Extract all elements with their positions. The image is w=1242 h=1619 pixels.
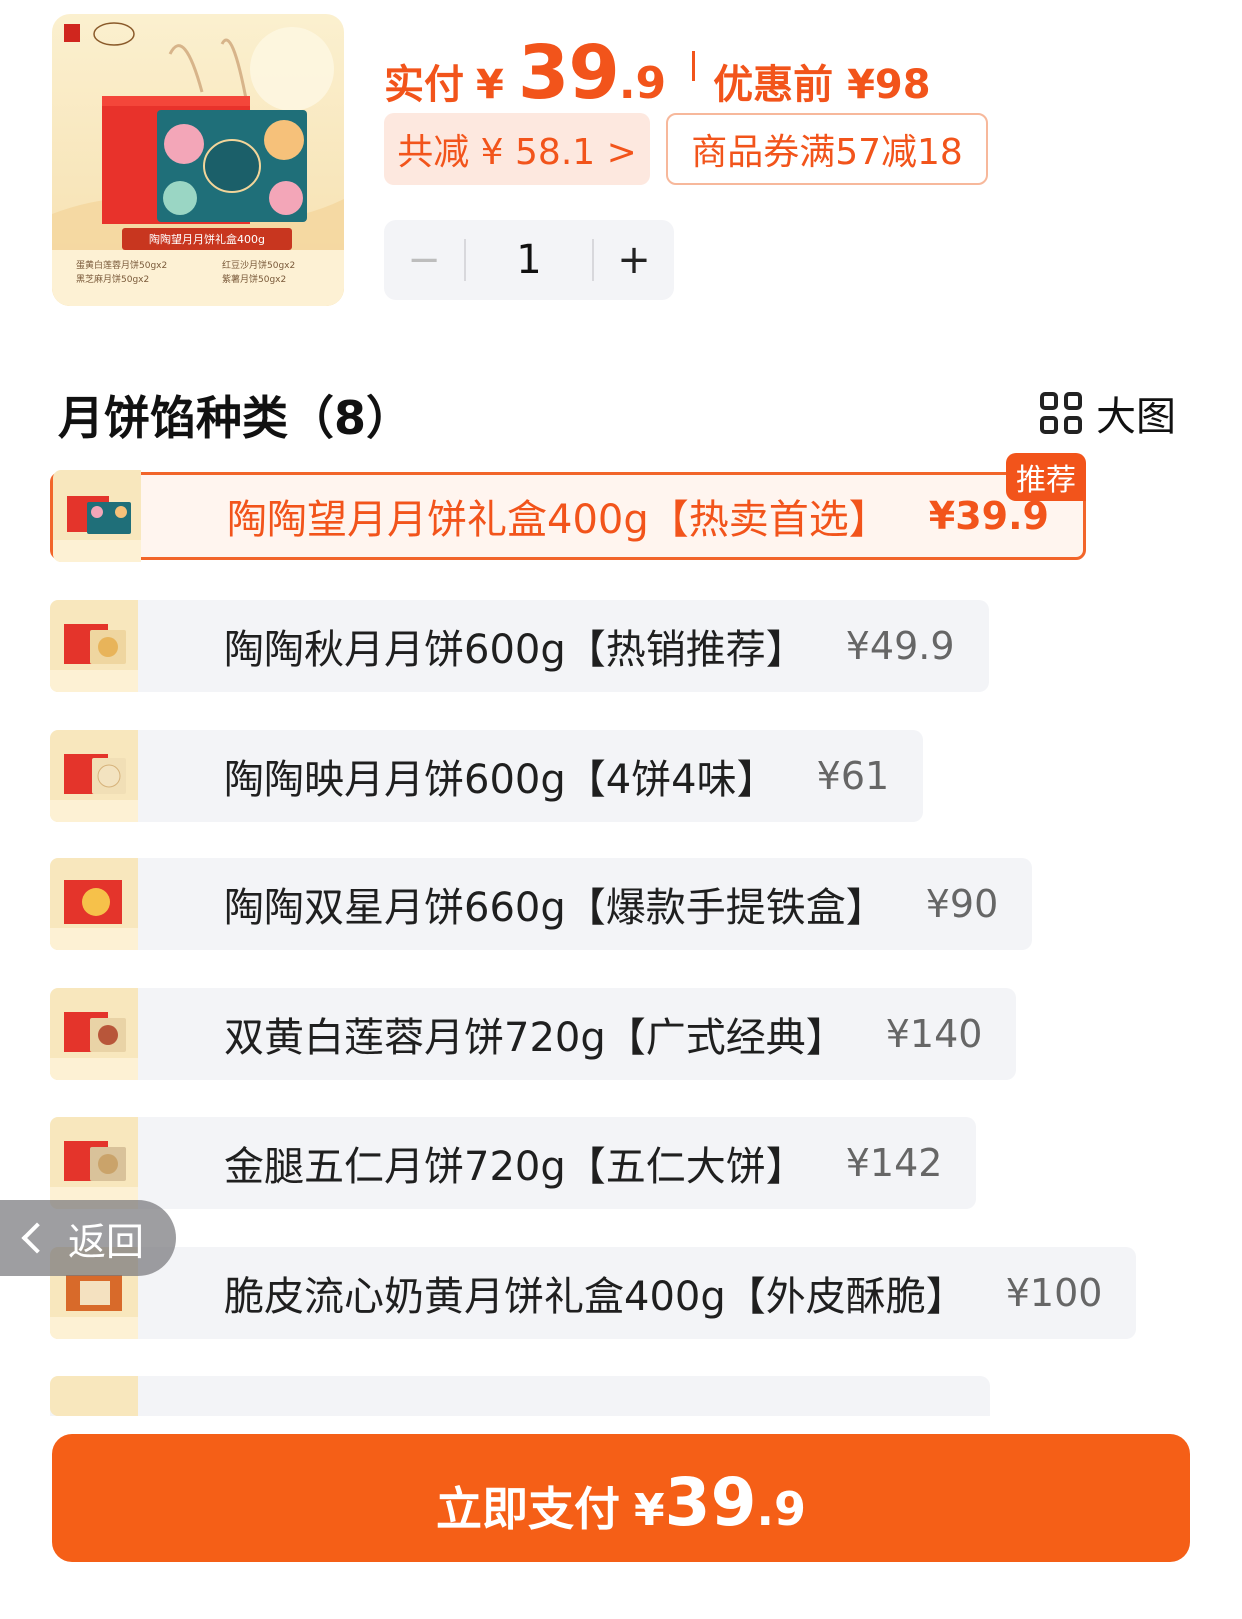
coupon-chip[interactable]: 商品券满57减18: [666, 113, 988, 185]
recommend-badge: 推荐: [1005, 453, 1086, 501]
option-item[interactable]: 陶陶双星月饼660g【爆款手提铁盒】 ¥90: [50, 858, 1033, 950]
price-summary: 实付 ¥ 39 .9 优惠前 ¥98: [384, 30, 931, 116]
option-price: ¥49.9: [845, 624, 955, 668]
option-thumbnail: [50, 988, 138, 1080]
svg-text:黑芝麻月饼50gx2: 黑芝麻月饼50gx2: [76, 273, 149, 285]
option-name: 陶陶望月月饼礼盒400g【热卖首选】: [227, 497, 889, 543]
option-price: ¥61: [816, 754, 890, 798]
option-thumbnail: [50, 1117, 138, 1209]
pay-button-label: 立即支付: [436, 1482, 621, 1536]
option-thumbnail: [50, 600, 138, 692]
pay-label: 实付: [384, 62, 464, 108]
option-item[interactable]: 双黄白莲蓉月饼720g【广式经典】 ¥140: [50, 988, 1017, 1080]
view-label: 大图: [1096, 394, 1176, 440]
option-price: ¥140: [885, 1012, 983, 1056]
quantity-stepper: − 1 +: [384, 220, 674, 300]
option-name: 陶陶双星月饼660g【爆款手提铁盒】: [224, 885, 886, 931]
option-name: 脆皮流心奶黄月饼礼盒400g【外皮酥脆】: [224, 1274, 966, 1320]
svg-text:紫薯月饼50gx2: 紫薯月饼50gx2: [222, 273, 286, 285]
total-discount-chip[interactable]: 共减 ¥ 58.1 >: [384, 113, 650, 185]
image-caption: 陶陶望月月饼礼盒400g: [149, 232, 265, 246]
pay-button-price-integer: 39: [664, 1464, 757, 1541]
grid-icon: [1040, 392, 1082, 434]
pay-button-currency: ¥: [634, 1485, 665, 1536]
quantity-value[interactable]: 1: [466, 237, 592, 283]
option-name: 金腿五仁月饼720g【五仁大饼】: [224, 1144, 806, 1190]
option-name: 陶陶映月月饼600g【4饼4味】: [224, 757, 777, 803]
option-item[interactable]: 金腿五仁月饼720g【五仁大饼】 ¥142: [50, 1117, 977, 1209]
option-price: ¥142: [845, 1141, 943, 1185]
option-thumbnail: [50, 1376, 138, 1416]
svg-text:蛋黄白莲蓉月饼50gx2: 蛋黄白莲蓉月饼50gx2: [76, 259, 167, 271]
pay-button-price-decimal: .9: [756, 1482, 806, 1536]
product-image[interactable]: 陶陶望月月饼礼盒400g 蛋黄白莲蓉月饼50gx2 红豆沙月饼50gx2 黑芝麻…: [52, 14, 344, 306]
option-item[interactable]: 脆皮流心奶黄月饼礼盒400g【外皮酥脆】 ¥100: [50, 1247, 1137, 1339]
currency-symbol: ¥: [476, 62, 504, 108]
option-thumbnail: [50, 858, 138, 950]
chevron-left-icon: [21, 1222, 53, 1254]
option-item-partial[interactable]: [50, 1376, 990, 1416]
pay-now-button[interactable]: 立即支付 ¥ 39 .9: [52, 1434, 1190, 1562]
option-price: ¥90: [925, 882, 999, 926]
option-item[interactable]: 陶陶映月月饼600g【4饼4味】 ¥61: [50, 730, 924, 822]
price-divider: [692, 51, 696, 81]
price-integer: 39: [517, 30, 620, 116]
option-name: 陶陶秋月月饼600g【热销推荐】: [224, 627, 806, 673]
option-thumbnail: [50, 730, 138, 822]
option-item[interactable]: 陶陶秋月月饼600g【热销推荐】 ¥49.9: [50, 600, 989, 692]
decrease-button[interactable]: −: [384, 220, 464, 300]
price-decimal: .9: [618, 58, 667, 109]
section-title: 月饼馅种类（8）: [58, 391, 413, 445]
option-item[interactable]: 陶陶望月月饼礼盒400g【热卖首选】 ¥39.9 推荐: [50, 453, 1086, 562]
increase-button[interactable]: +: [594, 220, 674, 300]
option-price: ¥100: [1005, 1271, 1103, 1315]
option-thumbnail: [53, 470, 141, 562]
svg-text:红豆沙月饼50gx2: 红豆沙月饼50gx2: [222, 259, 295, 271]
back-button[interactable]: 返回: [0, 1200, 176, 1276]
large-view-toggle[interactable]: 大图: [1040, 384, 1176, 442]
back-label: 返回: [68, 1219, 145, 1264]
option-name: 双黄白莲蓉月饼720g【广式经典】: [224, 1015, 846, 1061]
original-price: 优惠前 ¥98: [713, 62, 931, 108]
